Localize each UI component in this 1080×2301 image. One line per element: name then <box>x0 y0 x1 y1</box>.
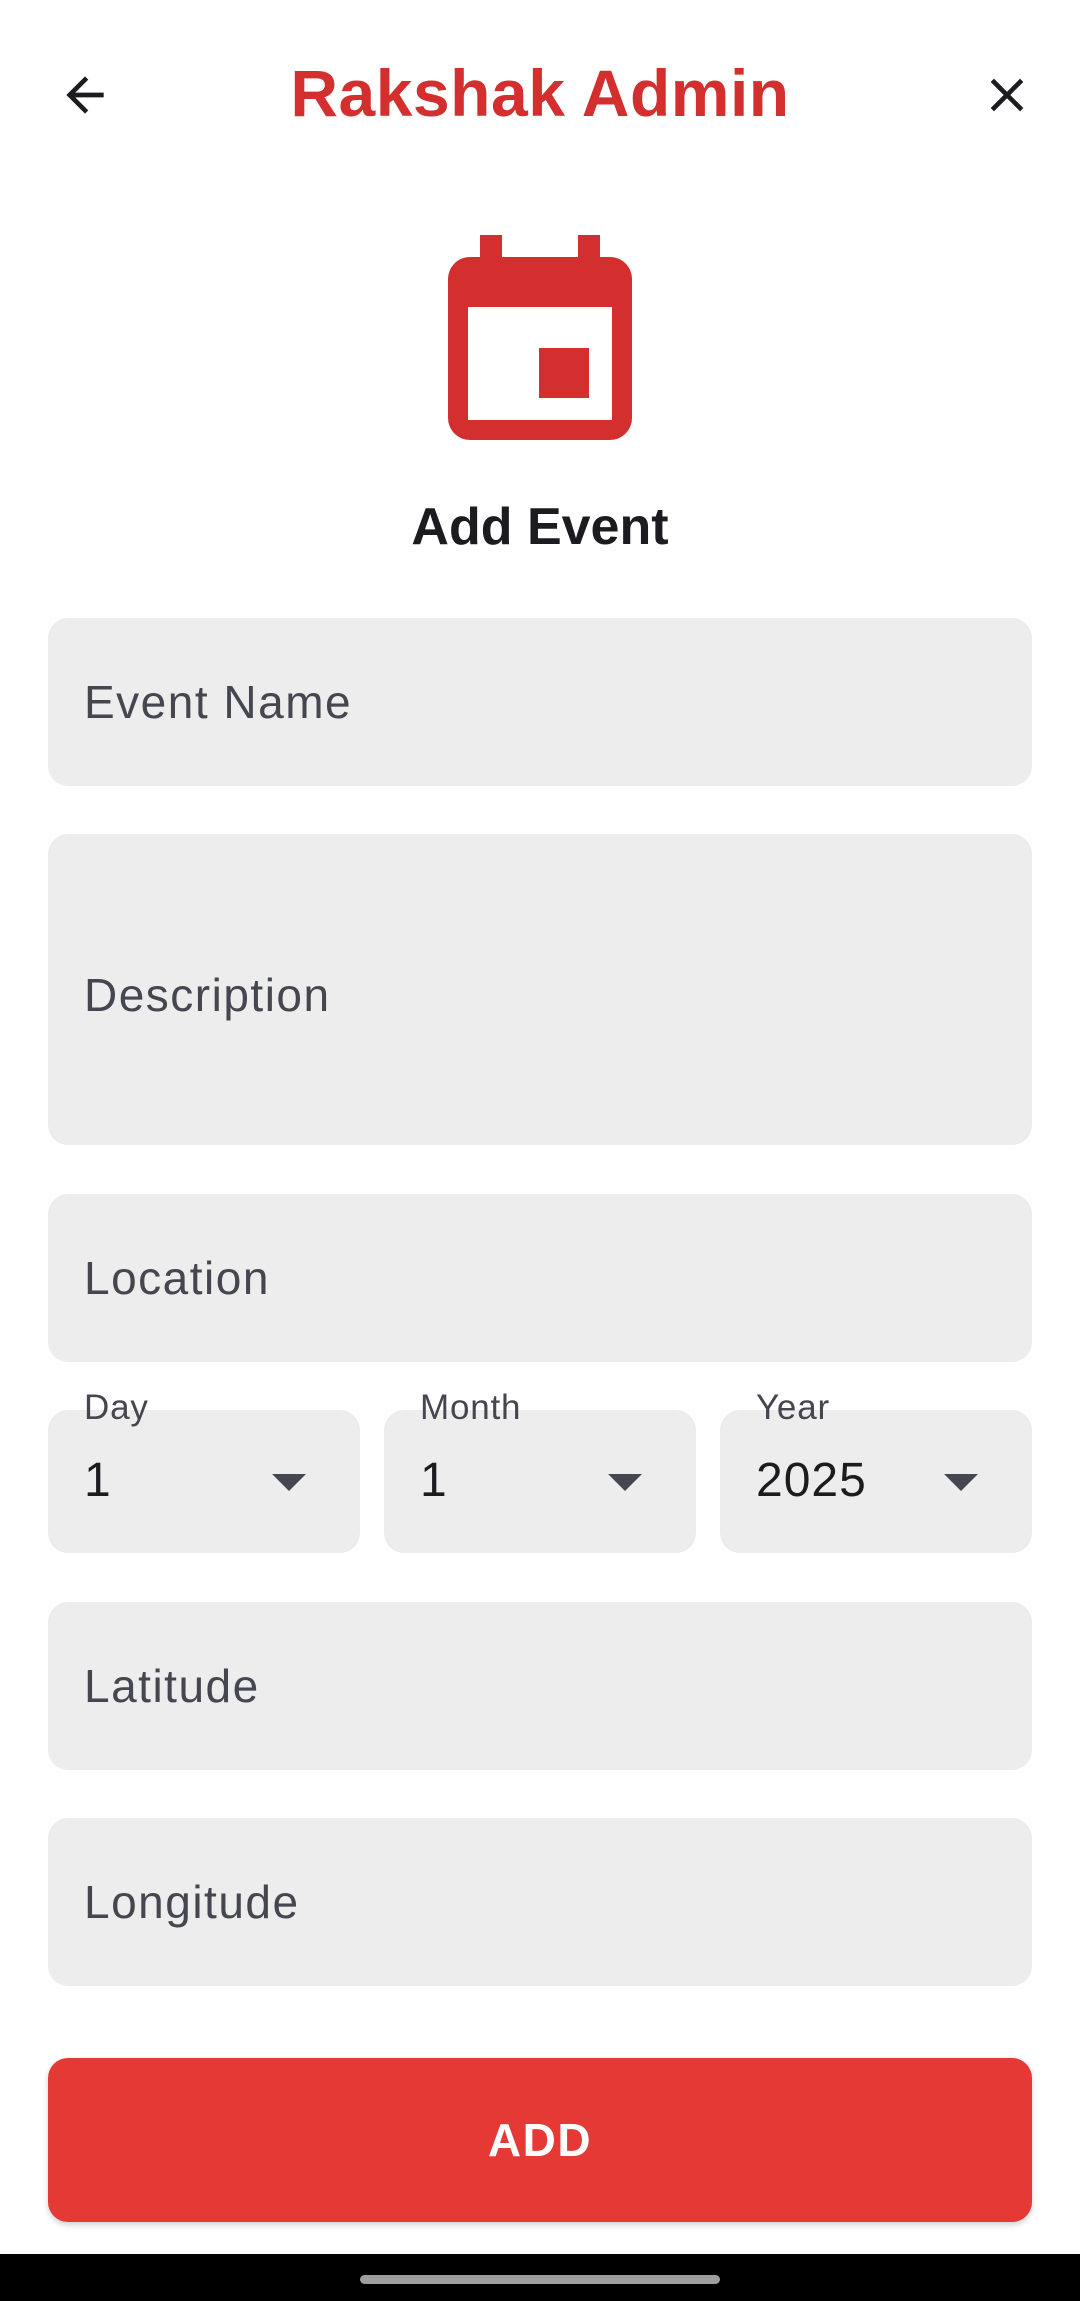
dropdown-arrow-icon <box>944 1474 978 1491</box>
system-navigation-bar <box>0 2254 1080 2301</box>
form-title: Add Event <box>411 498 669 556</box>
latitude-field[interactable] <box>48 1602 1032 1770</box>
month-dropdown[interactable]: 1 <box>384 1410 696 1553</box>
location-input[interactable] <box>48 1194 1032 1362</box>
close-button[interactable] <box>962 50 1052 140</box>
longitude-field[interactable] <box>48 1818 1032 1986</box>
calendar-event-icon <box>448 235 632 440</box>
longitude-input[interactable] <box>48 1818 1032 1986</box>
year-value: 2025 <box>756 1454 867 1507</box>
add-event-screen: Rakshak Admin Add Event 1 Day 1 Month 20… <box>0 0 1080 2301</box>
year-label: Year <box>756 1388 830 1427</box>
day-dropdown[interactable]: 1 <box>48 1410 360 1553</box>
latitude-input[interactable] <box>48 1602 1032 1770</box>
event-name-field[interactable] <box>48 618 1032 786</box>
location-field[interactable] <box>48 1194 1032 1362</box>
app-title: Rakshak Admin <box>290 56 790 130</box>
year-dropdown[interactable]: 2025 <box>720 1410 1032 1553</box>
month-label: Month <box>420 1388 522 1427</box>
dropdown-arrow-icon <box>608 1474 642 1491</box>
app-bar: Rakshak Admin <box>0 0 1080 190</box>
description-input[interactable] <box>48 834 1032 1145</box>
close-icon <box>990 78 1024 112</box>
description-field[interactable] <box>48 834 1032 1145</box>
day-value: 1 <box>84 1454 112 1507</box>
month-value: 1 <box>420 1454 448 1507</box>
event-name-input[interactable] <box>48 618 1032 786</box>
day-label: Day <box>84 1388 149 1427</box>
dropdown-arrow-icon <box>272 1474 306 1491</box>
home-gesture-handle[interactable] <box>360 2275 720 2284</box>
add-button[interactable]: ADD <box>48 2058 1032 2222</box>
